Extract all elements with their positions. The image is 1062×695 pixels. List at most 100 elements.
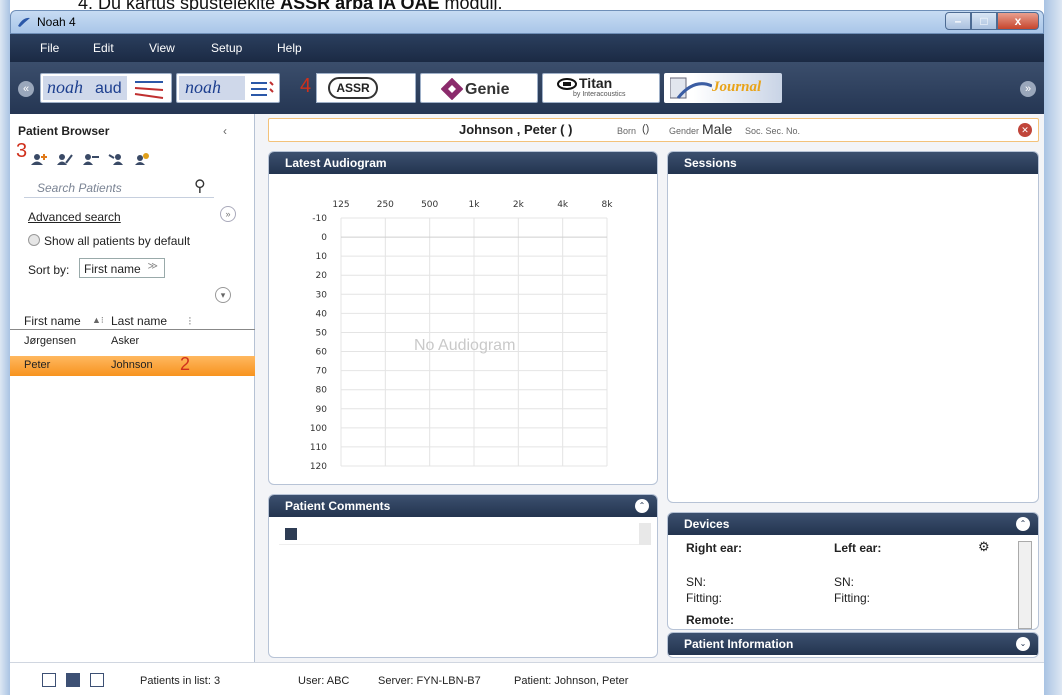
devices-scrollbar[interactable] — [1018, 541, 1032, 629]
journal-icon — [670, 77, 712, 99]
level-tick-label: 70 — [316, 367, 328, 377]
menu-help[interactable]: Help — [277, 41, 302, 55]
menu-view[interactable]: View — [149, 41, 175, 55]
assr-logo: ASSR — [328, 77, 378, 99]
menu-setup[interactable]: Setup — [211, 41, 242, 55]
minimize-button[interactable]: – — [945, 12, 971, 30]
expand-info-icon[interactable]: ⌄ — [1016, 637, 1030, 651]
devices-title: Devices — [668, 513, 1038, 535]
no-audiogram-text: No Audiogram — [414, 337, 516, 354]
module-noahaud-button[interactable]: noah aud — [40, 73, 172, 103]
list-view-icon[interactable] — [66, 673, 80, 687]
collapse-devices-icon[interactable]: ⌃ — [1016, 517, 1030, 531]
titan-sub-label: by Interacoustics — [573, 91, 626, 98]
search-patients-input[interactable]: Search Patients ⚲ — [24, 176, 214, 198]
level-tick-label: 90 — [316, 405, 328, 415]
level-tick-label: 60 — [316, 348, 328, 358]
patient-group-icon[interactable] — [134, 152, 152, 166]
comments-panel: Patient Comments ⌃ — [268, 494, 658, 658]
device-icon[interactable]: ⚙ — [978, 539, 990, 555]
sort-by-label: Sort by: — [28, 263, 70, 277]
freq-tick-label: 1k — [469, 200, 481, 210]
audiogram-chart: 125 250 500 1k 2k 4k 8k -10 0 10 20 30 40 50 60 70 80 90 1… — [310, 200, 614, 472]
right-sn-label: SN: — [686, 575, 707, 589]
noah-app-icon — [18, 17, 30, 27]
menu-file[interactable]: File — [40, 41, 59, 55]
col-last-name[interactable]: Last name — [111, 314, 167, 328]
gender-label: Gender — [669, 126, 700, 136]
show-all-radio[interactable] — [28, 234, 40, 246]
grid-view-icon[interactable] — [90, 673, 104, 687]
split-view-icon[interactable] — [42, 673, 56, 687]
merge-patient-icon[interactable] — [108, 152, 126, 166]
freq-tick-label: 4k — [557, 200, 569, 210]
patient-row-selected[interactable]: Peter Johnson 2 — [10, 354, 255, 376]
search-icon[interactable]: ⚲ — [194, 176, 206, 196]
collapse-comments-icon[interactable]: ⌃ — [635, 499, 649, 513]
close-button[interactable]: x — [997, 12, 1039, 30]
advanced-search-expand-icon[interactable]: » — [220, 206, 236, 222]
toolbar-next-button[interactable]: » — [1020, 81, 1036, 97]
collapse-browser-button[interactable]: ‹ — [223, 124, 227, 138]
show-all-label: Show all patients by default — [44, 234, 191, 248]
status-user: User: ABC — [298, 675, 350, 687]
window-frame-left — [0, 0, 10, 695]
level-tick-label: 50 — [316, 328, 328, 338]
freq-tick-label: 2k — [513, 200, 525, 210]
noahaud-logo-aud: aud — [95, 80, 122, 97]
sessions-title: Sessions — [668, 152, 1038, 174]
col-first-name[interactable]: First name — [24, 314, 81, 328]
patient-first-name: Jørgensen — [24, 335, 76, 347]
window-title: Noah 4 — [37, 15, 76, 29]
patient-info-panel: Patient Information ⌄ — [667, 632, 1039, 658]
patient-last-name: Asker — [111, 335, 140, 347]
module-noah-button[interactable]: noah — [176, 73, 280, 103]
right-fitting-label: Fitting: — [686, 591, 723, 605]
menu-edit[interactable]: Edit — [93, 41, 114, 55]
column-divider-icon: ⁝ — [188, 314, 192, 328]
patient-info-title: Patient Information — [668, 633, 1038, 655]
chevron-down-icon: ≫ — [147, 261, 158, 272]
delete-patient-icon[interactable] — [82, 152, 100, 166]
audiogram-panel: Latest Audiogram 125 250 500 1k 2k 4k 8k -10 0 10… — [268, 151, 658, 485]
window-frame-right — [1044, 0, 1062, 695]
level-tick-label: 100 — [310, 424, 327, 434]
advanced-search-link[interactable]: Advanced search — [28, 210, 121, 224]
noah-logo-text: noah — [185, 77, 221, 97]
freq-tick-label: 250 — [377, 200, 394, 210]
list-module-icon — [251, 81, 274, 96]
maximize-button[interactable]: □ — [971, 12, 997, 30]
close-patient-icon[interactable]: ✕ — [1018, 123, 1032, 137]
module-genie-button[interactable]: Genie — [420, 73, 538, 103]
list-options-icon[interactable]: ▾ — [215, 287, 231, 303]
journal-label: Journal — [712, 79, 762, 95]
patient-table-header: First name ▲⁝ Last name ⁝ — [10, 310, 255, 330]
remote-label: Remote: — [686, 613, 735, 627]
comments-title: Patient Comments — [269, 495, 657, 517]
patient-last-name: Johnson — [111, 359, 153, 371]
level-tick-label: 30 — [316, 290, 328, 300]
comments-scrollbar[interactable] — [639, 523, 651, 545]
module-titan-button[interactable]: Titan by Interacoustics — [542, 73, 660, 103]
patient-browser-panel: Patient Browser ‹ 3 Search Patients ⚲ Ad… — [10, 114, 255, 662]
left-sn-label: SN: — [834, 575, 855, 589]
new-patient-icon[interactable] — [30, 152, 48, 166]
freq-tick-label: 500 — [421, 200, 438, 210]
toolbar-prev-button[interactable]: « — [18, 81, 34, 97]
edit-patient-icon[interactable] — [56, 152, 74, 166]
born-label: Born — [617, 126, 637, 136]
level-tick-label: 120 — [310, 462, 327, 472]
genie-label: Genie — [465, 81, 510, 98]
module-journal-button[interactable]: Journal — [664, 73, 782, 103]
status-bar: Patients in list: 3 User: ABC Server: FY… — [10, 662, 1044, 695]
comments-toolbar — [279, 523, 651, 545]
patients-count: Patients in list: 3 — [140, 675, 221, 687]
status-server: Server: FYN-LBN-B7 — [378, 675, 481, 687]
save-comment-icon[interactable] — [285, 528, 297, 540]
titan-icon — [557, 78, 577, 90]
patient-row[interactable]: Jørgensen Asker — [10, 332, 255, 352]
sort-by-select[interactable]: First name ≫ — [79, 258, 165, 278]
right-ear-label: Right ear: — [686, 541, 743, 555]
module-assr-button[interactable]: ASSR — [298, 73, 416, 103]
freq-tick-label: 8k — [602, 200, 614, 210]
